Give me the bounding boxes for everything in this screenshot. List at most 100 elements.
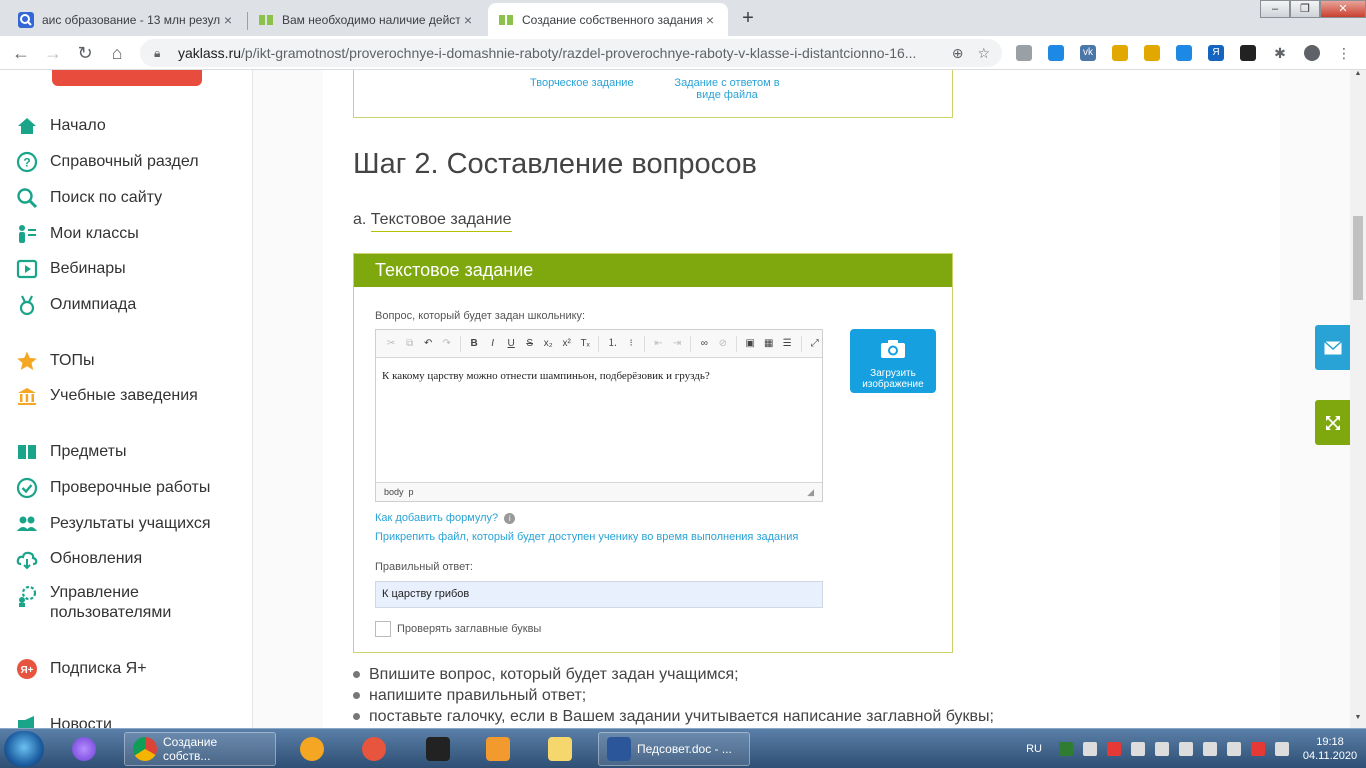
clock[interactable]: 19:18 04.11.2020 [1294,735,1366,763]
outdent-icon[interactable]: ⇤ [651,336,666,352]
bullet-list-icon[interactable]: ⁝ [624,336,639,352]
expand-button[interactable] [1315,400,1350,445]
check-capitals-checkbox[interactable] [375,621,391,637]
sidebar-item-subscription[interactable]: Я+ Подписка Я+ [16,658,147,680]
extension-home2-icon[interactable] [1176,45,1192,61]
minimize-button[interactable]: – [1260,0,1290,18]
scroll-down-icon[interactable]: ▼ [1350,714,1366,728]
sidebar-item-schools[interactable]: Учебные заведения [16,385,198,407]
unlink-icon[interactable]: ⊘ [716,336,731,352]
profile-avatar-icon[interactable] [1304,45,1320,61]
check-capitals-option[interactable]: Проверять заглавные буквы [375,621,541,637]
address-bar[interactable]: 🔒︎ yaklass.ru /p/ikt-gramotnost/proveroc… [140,39,1002,67]
indent-icon[interactable]: ⇥ [670,336,685,352]
editor-content[interactable]: К какому царству можно отнести шампиньон… [376,358,822,482]
start-button[interactable] [4,731,44,767]
reload-icon[interactable]: ↻ [72,40,98,66]
tab-yaklass-notice[interactable]: Вам необходимо наличие дейст × [248,3,486,36]
upload-image-button[interactable]: Загрузить изображение [850,329,936,393]
sidebar-item-user-management[interactable]: Управление пользователями [16,583,171,623]
extension-ya-icon[interactable]: Я [1208,45,1224,61]
sidebar-item-tops[interactable]: ТОПы [16,350,95,372]
strikethrough-icon[interactable]: S [522,336,537,352]
sidebar-item-results[interactable]: Результаты учащихся [16,513,211,535]
home-button-icon[interactable]: ⌂ [104,40,130,66]
info-icon[interactable]: i [504,513,516,524]
tray-icon[interactable] [1155,742,1169,756]
extension-mask-icon[interactable] [1240,45,1256,61]
tab-close-icon[interactable]: × [460,12,476,28]
text-task-link[interactable]: Текстовое задание [370,211,512,232]
tray-alert-icon[interactable] [1107,742,1121,756]
taskbar-movie[interactable] [418,732,464,766]
link-icon[interactable]: ∞ [697,336,712,352]
extension-ok-icon[interactable] [1112,45,1128,61]
taskbar-mail[interactable] [292,732,338,766]
back-arrow-icon[interactable]: ← [8,40,34,66]
taskbar-explorer[interactable] [540,732,586,766]
red-action-button[interactable] [52,70,202,86]
maximize-icon[interactable]: ⤢ [807,336,822,352]
sidebar-item-subjects[interactable]: Предметы [16,441,126,463]
extensions-puzzle-icon[interactable]: ✱ [1272,45,1288,61]
horizontal-line-icon[interactable]: ☰ [780,336,795,352]
tab-search[interactable]: аис образование - 13 млн резул × [8,3,246,36]
page-scrollbar[interactable]: ▲ ▼ [1350,70,1366,728]
taskbar-media[interactable] [354,732,400,766]
mail-feedback-button[interactable] [1315,325,1350,370]
copy-icon[interactable]: ⧉ [403,336,418,352]
maximize-button[interactable]: ❐ [1290,0,1320,18]
forward-arrow-icon[interactable]: → [40,40,66,66]
sidebar-item-home[interactable]: Начало [16,115,106,137]
italic-icon[interactable]: I [485,336,500,352]
menu-kebab-icon[interactable]: ⋮ [1336,45,1352,61]
taskbar-chrome-window[interactable]: Создание собств... [124,732,276,766]
tray-icon[interactable] [1179,742,1193,756]
resize-handle-icon[interactable]: ◢ [807,487,814,498]
extension-ok2-icon[interactable] [1144,45,1160,61]
window-close-button[interactable]: ✕ [1320,0,1366,18]
answer-input[interactable]: К царству грибов [375,581,823,608]
cut-icon[interactable]: ✂ [384,336,399,352]
formula-help-link[interactable]: Как добавить формулу? i [375,512,516,524]
sidebar-item-news[interactable]: Новости [16,714,112,728]
tab-close-icon[interactable]: × [702,12,718,28]
flag-icon[interactable] [1203,742,1217,756]
superscript-icon[interactable]: x² [559,336,574,352]
tab-create-task[interactable]: Создание собственного задания × [488,3,728,36]
table-icon[interactable]: ▦ [762,336,777,352]
extension-vk-icon[interactable]: vk [1080,45,1096,61]
network-icon[interactable] [1227,742,1241,756]
undo-icon[interactable]: ↶ [421,336,436,352]
sidebar-item-my-classes[interactable]: Мои классы [16,223,139,245]
sidebar-item-search[interactable]: Поиск по сайту [16,187,162,209]
underline-icon[interactable]: U [504,336,519,352]
subscript-icon[interactable]: x₂ [541,336,556,352]
bookmark-star-icon[interactable]: ☆ [977,45,990,62]
tray-icon[interactable] [1131,742,1145,756]
tray-icon[interactable] [1083,742,1097,756]
redo-icon[interactable]: ↷ [440,336,455,352]
numbered-list-icon[interactable]: ⒈ [605,336,620,352]
antivirus-tray-icon[interactable] [1059,742,1073,756]
tab-close-icon[interactable]: × [220,12,236,28]
sidebar-item-reference[interactable]: ? Справочный раздел [16,151,199,173]
attach-file-link[interactable]: Прикрепить файл, который будет доступен … [375,531,798,543]
taskbar-word-window[interactable]: Педсовет.doc - ... [598,732,750,766]
bold-icon[interactable]: B [467,336,482,352]
sidebar-item-olympiad[interactable]: Олимпиада [16,294,136,316]
taskbar-video[interactable] [478,732,524,766]
language-indicator[interactable]: RU [1026,743,1042,755]
sidebar-item-updates[interactable]: Обновления [16,548,142,570]
sidebar-item-webinars[interactable]: Вебинары [16,258,126,280]
file-answer-task-link[interactable]: Задание с ответом в виде файла [664,77,790,101]
scroll-up-icon[interactable]: ▲ [1350,70,1366,84]
extension-home-icon[interactable] [1048,45,1064,61]
volume-icon[interactable] [1275,742,1289,756]
new-tab-button[interactable]: + [734,5,762,33]
taskbar-alice[interactable] [64,732,110,766]
creative-task-link[interactable]: Творческое задание [530,77,634,89]
extension-shield-icon[interactable] [1016,45,1032,61]
scrollbar-thumb[interactable] [1353,216,1363,300]
battery-icon[interactable] [1251,742,1265,756]
